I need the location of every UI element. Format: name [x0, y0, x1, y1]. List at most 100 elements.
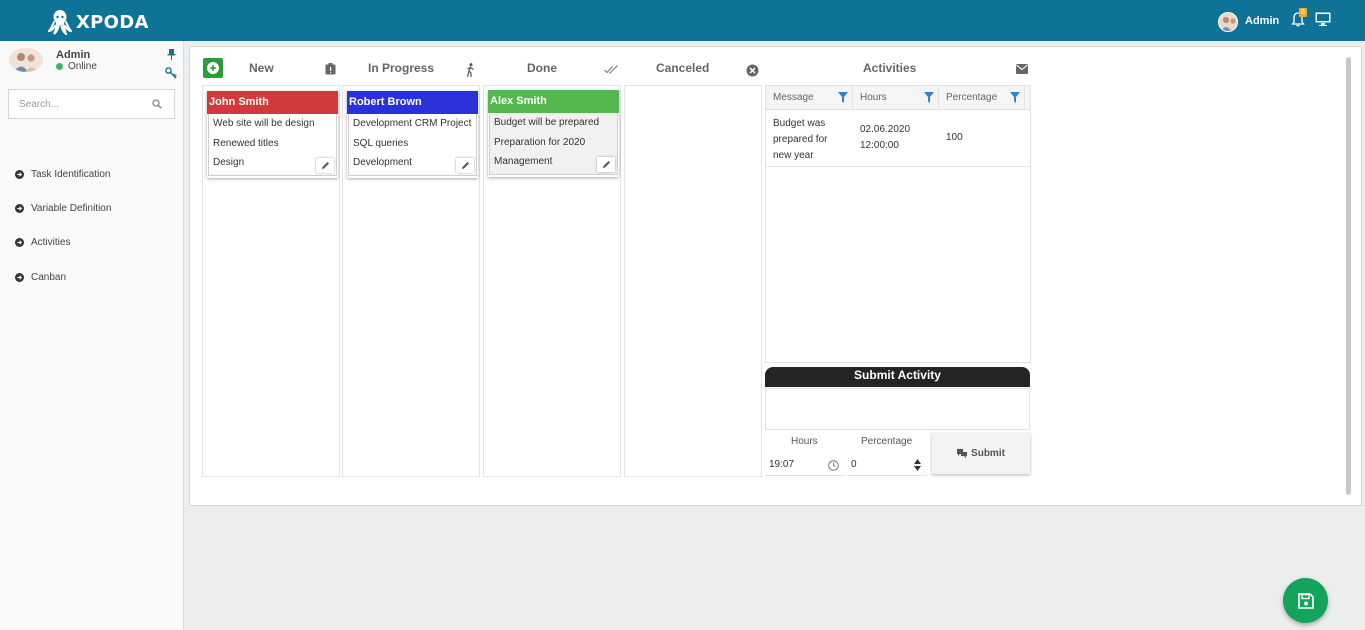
table-row[interactable]: Budget was prepared for new year 02.06.2… — [766, 110, 1030, 167]
column-title-done: Done — [527, 61, 557, 75]
kanban-panel: New In Progress Done Canceled John Smith… — [189, 46, 1362, 506]
grid-column-percentage[interactable]: Percentage — [939, 86, 1025, 109]
close-circle-icon — [746, 64, 759, 77]
percentage-value: 0 — [851, 459, 857, 470]
card-line: Development CRM Project — [353, 118, 472, 129]
card-body: Development CRM Project SQL queries Deve… — [348, 114, 477, 176]
sidebar: Admin Online Task Identification Variabl… — [0, 41, 184, 630]
arrow-circle-right-icon — [15, 272, 24, 282]
card-line: Preparation for 2020 — [494, 136, 586, 148]
edit-card-button[interactable] — [316, 158, 334, 173]
hours-value: 19:07 — [769, 459, 795, 470]
column-title-canceled: Canceled — [656, 61, 710, 75]
column-header-label: Hours — [860, 92, 887, 103]
grid-column-hours[interactable]: Hours — [853, 86, 939, 109]
sidebar-nav: Task Identification Variable Definition … — [15, 157, 111, 294]
key-icon[interactable] — [165, 67, 177, 79]
status-label: Online — [68, 61, 97, 72]
floppy-disk-icon — [1297, 592, 1314, 609]
search-input[interactable] — [9, 90, 139, 118]
octopus-logo-icon — [48, 10, 72, 35]
edit-card-button[interactable] — [456, 158, 474, 173]
filter-icon[interactable] — [924, 92, 934, 103]
sidebar-user-name: Admin — [56, 49, 91, 61]
task-card[interactable]: Alex Smith Budget will be prepared Prepa… — [488, 90, 619, 177]
monitor-icon[interactable] — [1315, 12, 1331, 26]
activities-grid: Message Hours Percentage Budget was prep… — [765, 85, 1031, 363]
sidebar-avatar[interactable] — [9, 48, 43, 72]
task-card[interactable]: John Smith Web site will be design Renew… — [207, 91, 338, 178]
pencil-icon — [602, 161, 610, 168]
topbar-user-name[interactable]: Admin — [1245, 15, 1279, 27]
card-line: Renewed titles — [213, 137, 279, 149]
card-body: Budget will be prepared Preparation for … — [489, 113, 618, 175]
walking-person-icon — [466, 63, 474, 77]
card-owner: John Smith — [207, 91, 338, 114]
top-bar: XPODA Admin 8 — [0, 0, 1365, 41]
add-task-button[interactable] — [203, 58, 223, 78]
grid-column-message[interactable]: Message — [766, 86, 853, 109]
mail-icon[interactable] — [1016, 64, 1028, 74]
chat-icon — [957, 449, 968, 458]
save-button[interactable] — [1283, 578, 1328, 623]
sidebar-item-label: Task Identification — [31, 168, 111, 180]
percentage-label: Percentage — [861, 436, 913, 447]
double-check-icon — [604, 65, 618, 74]
submit-activity-header: Submit Activity — [765, 367, 1030, 387]
grid-header: Message Hours Percentage — [766, 86, 1030, 110]
column-header-label: Message — [773, 92, 814, 103]
card-line: SQL queries — [353, 137, 409, 149]
online-dot-icon — [56, 63, 63, 70]
card-line: Budget will be prepared — [494, 117, 600, 128]
panel-scrollbar[interactable] — [1346, 57, 1351, 495]
column-title-in-progress: In Progress — [368, 61, 435, 75]
app-logo[interactable]: XPODA — [48, 9, 149, 35]
pencil-icon — [461, 162, 469, 169]
hours-time-picker[interactable]: 19:07 — [765, 454, 845, 476]
task-card[interactable]: Robert Brown Development CRM Project SQL… — [347, 91, 478, 178]
user-photo-icon — [1221, 17, 1237, 31]
pencil-icon — [321, 162, 329, 169]
arrow-circle-right-icon — [15, 203, 24, 213]
percentage-stepper[interactable]: 0 — [847, 454, 927, 476]
sidebar-item-label: Activities — [31, 237, 71, 249]
cell-percentage: 100 — [946, 132, 963, 143]
sidebar-item-label: Variable Definition — [31, 202, 112, 214]
clock-icon[interactable] — [828, 460, 839, 471]
avatar[interactable] — [1218, 12, 1238, 32]
search-icon[interactable] — [152, 99, 162, 109]
sidebar-item-canban[interactable]: Canban — [15, 260, 111, 294]
sidebar-item-label: Canban — [31, 271, 67, 283]
filter-icon[interactable] — [838, 92, 848, 103]
spinner-arrows-icon[interactable] — [914, 459, 921, 471]
filter-icon[interactable] — [1010, 92, 1020, 103]
sidebar-item-activities[interactable]: Activities — [15, 226, 111, 260]
column-canceled — [624, 85, 762, 477]
arrow-circle-right-icon — [15, 169, 24, 179]
submit-button-label: Submit — [971, 448, 1005, 459]
cell-hours: 02.06.2020 12:00:00 — [860, 124, 911, 151]
hours-label: Hours — [791, 436, 818, 447]
sidebar-item-variable-definition[interactable]: Variable Definition — [15, 191, 111, 225]
arrow-circle-right-icon — [15, 238, 24, 248]
column-header-label: Percentage — [946, 92, 998, 103]
app-name: XPODA — [76, 11, 149, 33]
user-status: Online — [56, 61, 97, 72]
card-line: Web site will be design — [213, 118, 315, 129]
plus-icon — [207, 62, 219, 74]
submit-button[interactable]: Submit — [932, 433, 1030, 474]
pin-icon[interactable] — [167, 49, 176, 60]
card-owner: Robert Brown — [347, 91, 478, 114]
notification-badge: 8 — [1299, 8, 1307, 17]
card-body: Web site will be design Renewed titles D… — [208, 114, 337, 176]
activities-title: Activities — [863, 61, 917, 75]
user-photo-icon — [9, 48, 43, 72]
search-box — [8, 89, 175, 119]
activity-message-textarea[interactable] — [765, 388, 1030, 430]
edit-card-button[interactable] — [597, 157, 615, 172]
column-title-new: New — [249, 61, 274, 75]
cell-message: Budget was prepared for new year — [773, 118, 828, 161]
card-owner: Alex Smith — [488, 90, 619, 113]
clipboard-alert-icon — [325, 63, 336, 75]
sidebar-item-task-identification[interactable]: Task Identification — [15, 157, 111, 191]
